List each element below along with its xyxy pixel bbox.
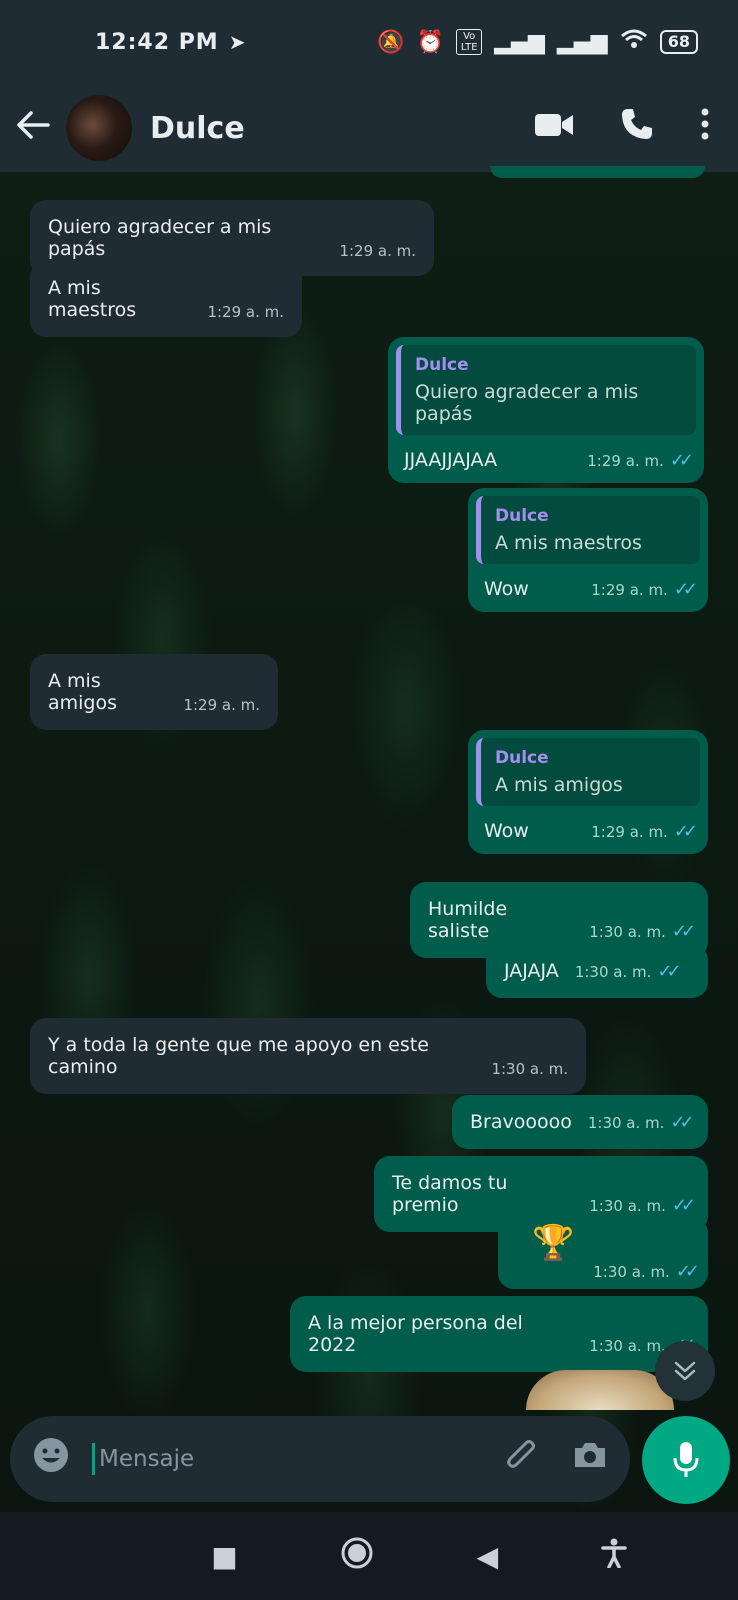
message-time: 1:30 a. m. [491,1060,568,1078]
message-time: 1:30 a. m. [589,1196,666,1215]
message-outgoing-reply[interactable]: Dulce Quiero agradecer a mis papás JJAAJ… [388,337,704,483]
home-circle-icon[interactable] [340,1536,374,1577]
message-text: Humilde saliste [428,898,508,942]
message-outgoing-emoji[interactable]: 🏆 1:30 a. m. ✓✓ [498,1217,708,1289]
quoted-message[interactable]: Dulce A mis maestros [476,496,700,564]
contact-name[interactable]: Dulce [150,111,245,146]
back-arrow-icon[interactable] [16,108,56,149]
message-time: 1:30 a. m. [589,922,666,941]
voice-message-button[interactable] [642,1416,730,1504]
message-time: 1:29 a. m. [591,580,668,599]
accessibility-icon[interactable] [600,1538,627,1575]
wifi-icon [620,28,648,56]
quote-text: A mis amigos [495,774,623,796]
message-time: 1:30 a. m. [587,1113,665,1132]
contact-avatar[interactable] [66,95,132,161]
quote-author: Dulce [495,506,549,526]
message-composer: Mensaje [10,1416,630,1502]
attach-paperclip-icon[interactable] [504,1437,538,1481]
quote-text: Quiero agradecer a mis papás [415,381,639,425]
muted-bell-icon: 🔕 [377,29,405,55]
read-ticks-icon: ✓✓ [671,1195,696,1216]
message-incoming[interactable]: Y a toda la gente que me apoyo en este c… [30,1018,586,1094]
text-cursor [92,1443,95,1475]
read-ticks-icon: ✓✓ [675,1261,700,1282]
message-outgoing-reply[interactable]: Dulce A mis amigos Wow 1:29 a. m. ✓✓ [468,730,708,854]
message-time: 1:29 a. m. [591,822,668,841]
message-input[interactable]: Mensaje [99,1446,470,1472]
more-options-icon[interactable] [700,108,710,148]
video-call-icon[interactable] [534,111,574,146]
volte-icon: Vo LTE [456,29,483,55]
read-ticks-icon: ✓✓ [670,1112,694,1133]
signal-icon: ▂▄▆ [556,29,608,55]
sticker-image[interactable] [526,1370,674,1410]
quoted-message[interactable]: Dulce A mis amigos [476,738,700,806]
message-outgoing[interactable]: Bravooooo 1:30 a. m. ✓✓ [452,1095,708,1149]
system-navigation-bar: ■ ◀ [0,1512,738,1600]
message-text: Bravooooo [470,1111,572,1133]
camera-icon[interactable] [572,1440,608,1478]
microphone-icon [673,1442,699,1477]
message-text: A mis maestros [48,277,137,321]
partial-message-bubble [490,166,705,178]
scroll-down-button[interactable] [655,1341,715,1401]
status-bar: 12:42 PM ➤ 🔕 ⏰ Vo LTE ▂▄▆ ▂▄▆ 68 [0,0,738,84]
double-chevron-down-icon [674,1361,696,1381]
status-time: 12:42 PM [95,29,219,55]
message-text: A la mejor persona del 2022 [308,1312,523,1356]
emoji-icon[interactable] [32,1436,70,1483]
message-time: 1:29 a. m. [587,451,664,470]
read-ticks-icon: ✓✓ [657,961,681,982]
message-text: JJAAJJAJAA [404,449,498,471]
message-text: Quiero agradecer a mis papás [48,216,272,260]
message-time: 1:29 a. m. [207,303,284,321]
message-time: 1:29 a. m. [339,242,416,260]
message-time: 1:30 a. m. [589,1336,666,1355]
message-incoming[interactable]: A mis amigos 1:29 a. m. [30,654,278,730]
message-text: JAJAJA [504,960,559,982]
battery-indicator: 68 [659,30,698,54]
read-ticks-icon: ✓✓ [671,921,696,942]
voice-call-icon[interactable] [620,107,654,149]
message-time: 1:30 a. m. [574,962,652,981]
message-outgoing-reply[interactable]: Dulce A mis maestros Wow 1:29 a. m. ✓✓ [468,488,708,612]
quote-author: Dulce [415,355,469,375]
message-time: 1:30 a. m. [593,1262,670,1281]
back-triangle-icon[interactable]: ◀ [477,1540,499,1573]
quote-author: Dulce [495,748,549,768]
trophy-icon: 🏆 [532,1223,575,1263]
read-ticks-icon: ✓✓ [673,821,698,842]
quoted-message[interactable]: Dulce Quiero agradecer a mis papás [396,345,696,435]
signal-icon: ▂▄▆ [494,29,545,55]
read-ticks-icon: ✓✓ [669,450,694,471]
message-text: Te damos tu premio [392,1172,508,1216]
message-incoming[interactable]: A mis maestros 1:29 a. m. [30,261,302,337]
message-text: A mis amigos [48,670,118,714]
read-ticks-icon: ✓✓ [673,579,698,600]
chat-header: Dulce [0,84,738,172]
message-text: Wow [484,820,529,842]
message-outgoing[interactable]: JAJAJA 1:30 a. m. ✓✓ [486,944,708,998]
status-icons: 🔕 ⏰ Vo LTE ▂▄▆ ▂▄▆ 68 [377,28,698,56]
message-text: Wow [484,578,529,600]
recent-apps-square-icon[interactable]: ■ [211,1540,237,1573]
message-outgoing[interactable]: A la mejor persona del 2022 1:30 a. m.✓✓ [290,1296,708,1372]
message-time: 1:29 a. m. [183,696,260,714]
alarm-icon: ⏰ [416,29,445,55]
message-text: Y a toda la gente que me apoyo en este c… [48,1034,429,1078]
quote-text: A mis maestros [495,532,642,554]
navigation-icon: ➤ [228,30,246,54]
